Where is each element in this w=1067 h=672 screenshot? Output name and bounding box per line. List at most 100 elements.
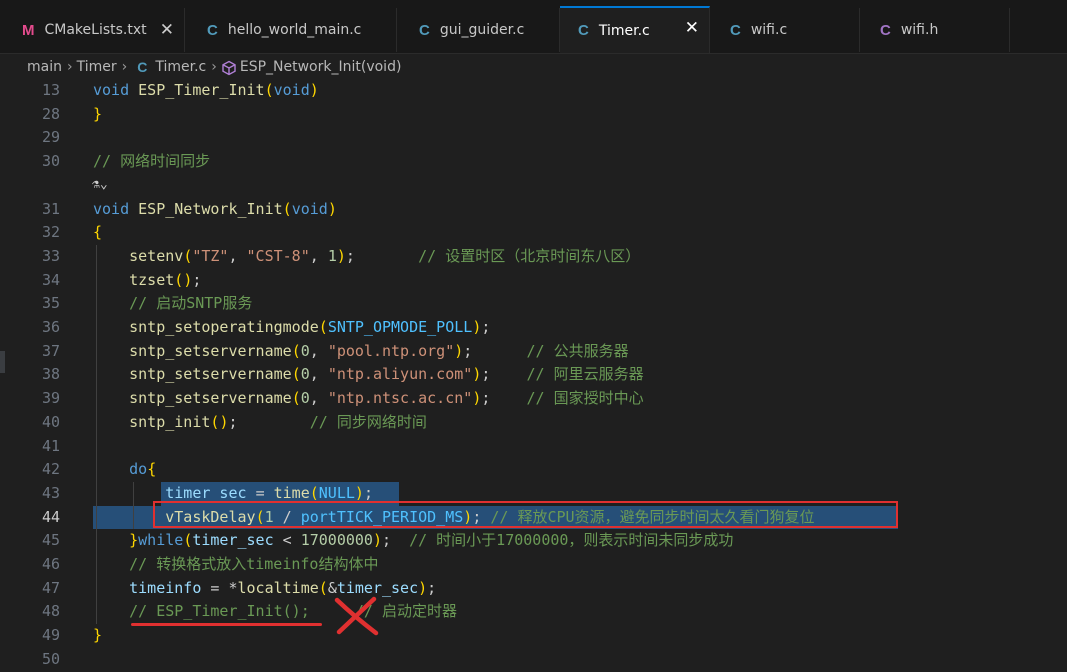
tab-wifi-h[interactable]: C wifi.h <box>860 8 1010 52</box>
tab-bar: M CMakeLists.txt ✕ C hello_world_main.c … <box>0 0 1067 54</box>
code-line[interactable]: 38 sntp_setservername(0, "ntp.aliyun.com… <box>0 363 1067 387</box>
c-file-icon: C <box>578 22 589 39</box>
code-line[interactable]: 37 sntp_setservername(0, "pool.ntp.org")… <box>0 340 1067 364</box>
code-text[interactable]: // 网络时间同步 <box>93 150 210 174</box>
code-text[interactable]: tzset(); <box>93 269 201 293</box>
code-text[interactable]: timeinfo = *localtime(&timer_sec); <box>93 577 436 601</box>
line-number: 36 <box>41 318 60 336</box>
code-line[interactable]: 30 // 网络时间同步 <box>0 150 1067 174</box>
code-text[interactable]: // 启动SNTP服务 <box>93 292 252 316</box>
code-line[interactable]: 33 setenv("TZ", "CST-8", 1); // 设置时区（北京时… <box>0 245 1067 269</box>
line-number: 50 <box>41 649 60 668</box>
line-number: 28 <box>41 104 60 123</box>
code-text[interactable]: // ESP_Timer_Init(); // 启动定时器 <box>93 600 457 624</box>
close-icon[interactable]: ✕ <box>160 20 174 40</box>
tab-label: wifi.c <box>750 22 788 38</box>
code-text[interactable]: } <box>93 624 102 648</box>
code-line[interactable]: 39 sntp_setservername(0, "ntp.ntsc.ac.cn… <box>0 387 1067 411</box>
underline-annotation <box>131 623 322 626</box>
code-text[interactable]: void ESP_Timer_Init(void) <box>93 79 319 103</box>
tab-label: wifi.h <box>900 22 939 38</box>
line-number: 33 <box>41 246 60 265</box>
tab-cmakelists[interactable]: M CMakeLists.txt ✕ <box>0 8 185 52</box>
function-symbol-icon <box>221 60 237 76</box>
line-number: 30 <box>41 152 60 171</box>
code-line[interactable]: 48 // ESP_Timer_Init(); // 启动定时器 <box>0 600 1067 624</box>
code-text[interactable]: sntp_setservername(0, "ntp.aliyun.com");… <box>93 363 643 387</box>
code-line[interactable]: 41 <box>0 435 1067 459</box>
line-number: 41 <box>41 436 60 455</box>
code-line[interactable]: ⚗⌄ <box>0 174 1067 198</box>
indent-guide <box>96 244 97 625</box>
tab-label: CMakeLists.txt <box>44 22 147 38</box>
code-line[interactable]: 32 { <box>0 221 1067 245</box>
breadcrumb-main[interactable]: main <box>27 59 62 75</box>
line-number: 44 <box>41 507 60 526</box>
code-editor[interactable]: 13 void ESP_Timer_Init(void) 28} 29 30// 网络时… <box>0 79 1067 669</box>
code-line[interactable]: 49} <box>0 624 1067 648</box>
code-line[interactable]: 29 <box>0 126 1067 150</box>
code-line[interactable]: 35 // 启动SNTP服务 <box>0 292 1067 316</box>
line-number: 49 <box>41 626 60 645</box>
line-number: 29 <box>41 128 60 147</box>
breadcrumb-symbol[interactable]: ESP_Network_Init(void) <box>240 59 402 75</box>
code-text[interactable]: { <box>93 221 102 245</box>
breadcrumb-file[interactable]: Timer.c <box>155 59 206 75</box>
line-number: 13 <box>41 81 60 99</box>
code-line[interactable]: 34 tzset(); <box>0 269 1067 293</box>
tab-label: gui_guider.c <box>439 22 525 38</box>
codelens-icon[interactable]: ⚗⌄ <box>92 174 108 196</box>
chevron-right-icon: › <box>66 59 73 75</box>
tab-hello-world-main[interactable]: C hello_world_main.c <box>185 8 397 52</box>
code-line[interactable]: 42 do{ <box>0 458 1067 482</box>
line-number: 34 <box>41 270 60 289</box>
code-text[interactable]: sntp_setservername(0, "pool.ntp.org"); /… <box>93 340 628 364</box>
line-number: 45 <box>41 531 60 550</box>
code-text[interactable]: // 转换格式放入timeinfo结构体中 <box>93 553 378 577</box>
code-line[interactable]: 28} <box>0 103 1067 127</box>
line-number: 31 <box>41 199 60 218</box>
code-line[interactable]: 45 }while(timer_sec < 17000000); // 时间小于… <box>0 529 1067 553</box>
code-line[interactable]: 50 <box>0 648 1067 672</box>
code-text[interactable]: do{ <box>93 458 156 482</box>
cmake-file-icon: M <box>22 21 35 39</box>
code-text[interactable]: }while(timer_sec < 17000000); // 时间小于170… <box>93 529 733 553</box>
code-line[interactable]: 31 void ESP_Network_Init(void) <box>0 198 1067 222</box>
tab-label: hello_world_main.c <box>227 22 362 38</box>
indent-guide <box>133 481 134 530</box>
tab-gui-guider[interactable]: C gui_guider.c <box>397 8 560 52</box>
code-text[interactable]: void ESP_Network_Init(void) <box>93 198 337 222</box>
tab-label: Timer.c <box>598 22 650 39</box>
code-line[interactable]: 46 // 转换格式放入timeinfo结构体中 <box>0 553 1067 577</box>
cross-mark-annotation <box>331 595 381 637</box>
c-file-icon: C <box>137 59 148 75</box>
line-number: 35 <box>41 294 60 313</box>
highlight-box-annotation <box>153 501 898 528</box>
h-file-icon: C <box>880 21 891 39</box>
line-number: 38 <box>41 365 60 384</box>
code-text[interactable]: sntp_setoperatingmode(SNTP_OPMODE_POLL); <box>93 316 490 340</box>
breadcrumb: main › Timer › C Timer.c › ESP_Network_I… <box>0 55 1067 79</box>
code-line[interactable]: 40 sntp_init(); // 同步网络时间 <box>0 411 1067 435</box>
c-file-icon: C <box>207 21 218 39</box>
code-text[interactable]: sntp_setservername(0, "ntp.ntsc.ac.cn");… <box>93 387 643 411</box>
code-text[interactable]: sntp_init(); // 同步网络时间 <box>93 411 427 435</box>
line-number: 42 <box>41 460 60 479</box>
code-line[interactable]: 47 timeinfo = *localtime(&timer_sec); <box>0 577 1067 601</box>
line-number: 46 <box>41 555 60 573</box>
breadcrumb-timer[interactable]: Timer <box>77 59 117 75</box>
line-number: 43 <box>41 483 60 502</box>
tab-timer[interactable]: C Timer.c ✕ <box>560 6 710 53</box>
line-number: 32 <box>41 223 60 242</box>
code-line[interactable]: 36 sntp_setoperatingmode(SNTP_OPMODE_POL… <box>0 316 1067 340</box>
tab-wifi-c[interactable]: C wifi.c <box>710 8 860 52</box>
line-number: 47 <box>41 578 60 597</box>
code-line[interactable]: 13 void ESP_Timer_Init(void) <box>0 79 1067 103</box>
c-file-icon: C <box>419 21 430 39</box>
line-number: 37 <box>41 341 60 360</box>
close-icon[interactable]: ✕ <box>685 18 699 38</box>
code-text[interactable]: setenv("TZ", "CST-8", 1); // 设置时区（北京时间东八… <box>93 245 640 269</box>
chevron-right-icon: › <box>211 59 217 75</box>
line-number: 40 <box>41 412 60 431</box>
code-text[interactable]: } <box>93 103 102 127</box>
